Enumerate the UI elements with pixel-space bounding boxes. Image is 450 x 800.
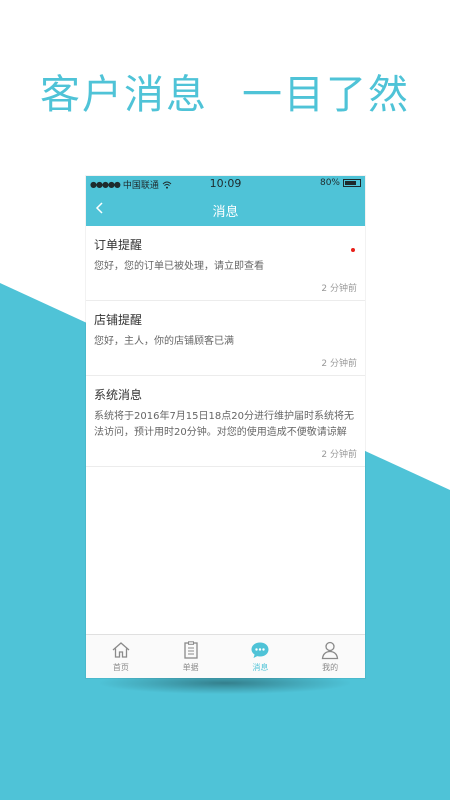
tab-home[interactable]: 首页 xyxy=(86,635,156,678)
message-time: 2 分钟前 xyxy=(321,284,357,294)
phone-screen: ●●●●● 中国联通 10:09 80% 消息 订单提醒 您好，您的订单已被处理… xyxy=(86,176,365,678)
tab-documents[interactable]: 单据 xyxy=(156,635,226,678)
chat-bubble-icon xyxy=(251,642,269,658)
tab-bar: 首页 单据 消息 我的 xyxy=(86,634,365,678)
home-icon xyxy=(112,642,130,658)
tab-label: 首页 xyxy=(112,663,129,672)
message-title: 店铺提醒 xyxy=(94,313,143,327)
status-bar: ●●●●● 中国联通 10:09 80% xyxy=(86,176,365,192)
nav-bar: 消息 xyxy=(86,192,365,226)
battery-percent: 80% xyxy=(319,178,340,188)
tab-label: 消息 xyxy=(252,663,269,672)
message-item-shop[interactable]: 店铺提醒 您好，主人，你的店铺顾客已满 2 分钟前 xyxy=(86,301,365,376)
tab-profile[interactable]: 我的 xyxy=(295,635,365,678)
message-item-order[interactable]: 订单提醒 您好，您的订单已被处理，请立即查看 2 分钟前 xyxy=(86,226,365,301)
message-list: 订单提醒 您好，您的订单已被处理，请立即查看 2 分钟前 店铺提醒 您好，主人，… xyxy=(86,226,365,467)
message-body: 您好，主人，你的店铺顾客已满 xyxy=(94,336,234,347)
message-item-system[interactable]: 系统消息 系统将于2016年7月15日18点20分进行维护届时系统将无法访问，预… xyxy=(86,376,365,467)
message-title: 订单提醒 xyxy=(94,238,143,252)
tab-label: 我的 xyxy=(322,663,339,672)
message-title: 系统消息 xyxy=(94,388,143,402)
headline: 客户消息 一目了然 xyxy=(0,62,450,120)
tab-messages[interactable]: 消息 xyxy=(226,635,296,678)
headline-part-1: 客户消息 xyxy=(40,72,208,118)
clipboard-icon xyxy=(183,641,198,659)
tab-label: 单据 xyxy=(182,663,199,672)
message-time: 2 分钟前 xyxy=(321,450,357,460)
battery-icon xyxy=(343,179,361,187)
headline-part-2: 一目了然 xyxy=(242,72,410,118)
user-icon xyxy=(321,641,339,660)
message-body: 您好，您的订单已被处理，请立即查看 xyxy=(94,261,264,272)
page-title: 消息 xyxy=(212,205,239,220)
message-time: 2 分钟前 xyxy=(321,359,357,369)
message-body: 系统将于2016年7月15日18点20分进行维护届时系统将无法访问，预计用时20… xyxy=(94,411,354,438)
unread-dot xyxy=(351,248,355,252)
